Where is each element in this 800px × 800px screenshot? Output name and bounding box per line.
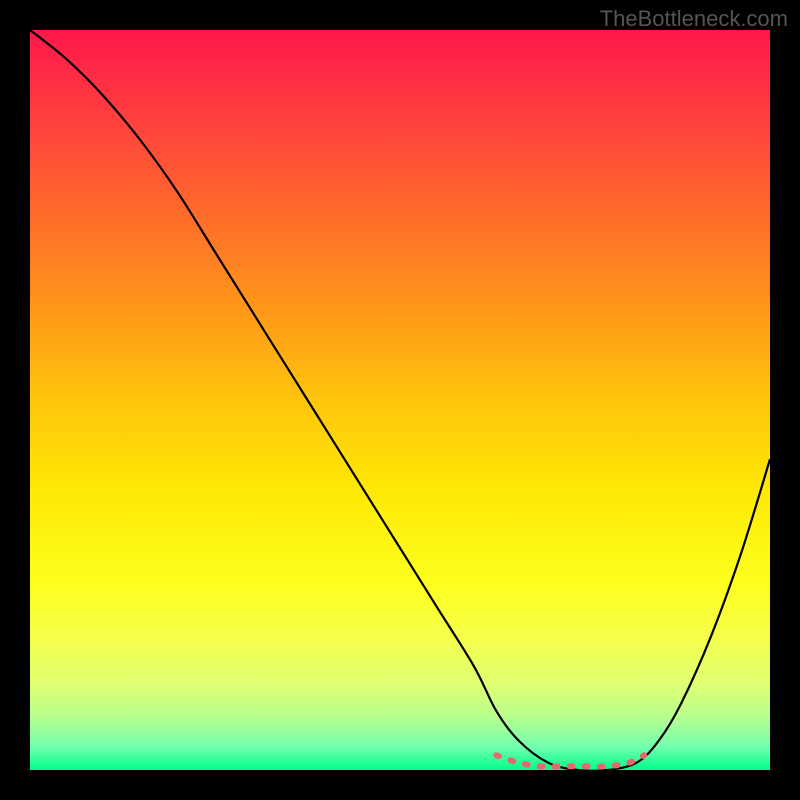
- chart-plot-area: [30, 30, 770, 770]
- chart-svg: [30, 30, 770, 770]
- watermark-text: TheBottleneck.com: [600, 6, 788, 32]
- optimal-zone-marker-line: [496, 755, 644, 766]
- bottleneck-curve-line: [30, 30, 770, 770]
